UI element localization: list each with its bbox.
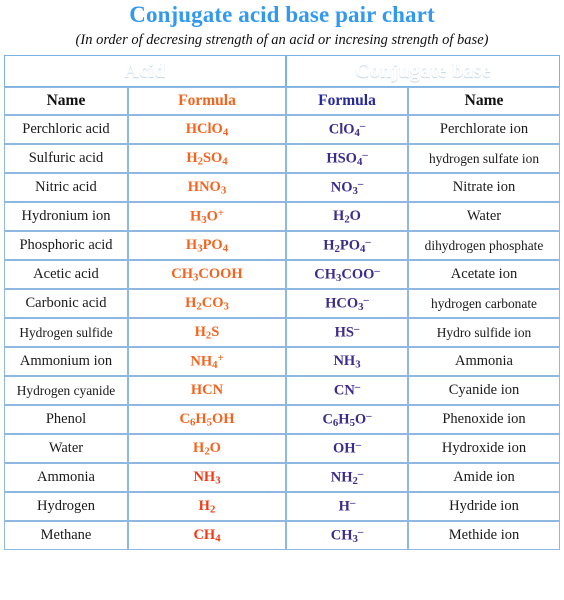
table-row: Carbonic acid H2CO3 HCO3– hydrogen carbonat… [3, 289, 560, 318]
cell-acid-formula: H3O+ [127, 202, 286, 231]
group-header-acid: Acid [3, 55, 286, 87]
cell-acid-formula: H2S [127, 318, 286, 347]
cell-base-name: Water [408, 202, 560, 231]
cell-base-formula: ClO4– [286, 115, 408, 144]
cell-base-name: Hydroxide ion [408, 434, 560, 463]
cell-acid-name: Hydrogen cyanide [3, 376, 128, 405]
cell-acid-name: Acetic acid [3, 260, 128, 289]
cell-acid-formula: H2O [127, 434, 286, 463]
table-row: Water H2O OH– Hydroxide ion [3, 434, 560, 463]
cell-base-name: Acetate ion [408, 260, 560, 289]
cell-acid-name: Hydrogen sulfide [3, 318, 128, 347]
cell-acid-formula: HNO3 [127, 173, 286, 202]
table-row: Sulfuric acid H2SO4 HSO4– hydrogen sulfate … [3, 144, 560, 173]
cell-acid-name: Water [3, 434, 128, 463]
cell-acid-name: Hydronium ion [3, 202, 128, 231]
cell-acid-formula: NH3 [127, 463, 286, 492]
cell-base-formula: H2O [286, 202, 408, 231]
cell-base-formula: NO3– [286, 173, 408, 202]
cell-base-formula: H– [286, 492, 408, 521]
cell-base-name: Amide ion [408, 463, 560, 492]
table-body: Perchloric acid HClO4 ClO4– Perchlorate ion… [3, 115, 560, 550]
table-row: Hydrogen sulfide H2S HS– Hydro sulfide ion [3, 318, 560, 347]
column-header-base-formula: Formula [286, 87, 408, 115]
table-row: Ammonia NH3 NH2– Amide ion [3, 463, 560, 492]
cell-acid-formula: NH4+ [127, 347, 286, 376]
table-row: Methane CH4 CH3– Methide ion [3, 521, 560, 550]
group-header-conjugate-base: Conjugate base [286, 55, 560, 87]
table-row: Hydronium ion H3O+ H2O Water [3, 202, 560, 231]
conjugate-acid-base-chart: Conjugate acid base pair chart (In order… [0, 0, 564, 600]
cell-base-formula: HCO3– [286, 289, 408, 318]
cell-base-name: Hydride ion [408, 492, 560, 521]
cell-acid-name: Carbonic acid [3, 289, 128, 318]
cell-acid-name: Ammonia [3, 463, 128, 492]
cell-base-name: Ammonia [408, 347, 560, 376]
cell-acid-formula: HClO4 [127, 115, 286, 144]
group-header-row: Acid Conjugate base [3, 55, 560, 87]
cell-base-name: Hydro sulfide ion [408, 318, 560, 347]
table-row: Acetic acid CH3COOH CH3COO– Acetate ion [3, 260, 560, 289]
cell-base-name: Perchlorate ion [408, 115, 560, 144]
cell-base-formula: OH– [286, 434, 408, 463]
cell-acid-name: Sulfuric acid [3, 144, 128, 173]
cell-base-name: Methide ion [408, 521, 560, 550]
page-subtitle: (In order of decresing strength of an ac… [75, 32, 489, 48]
cell-acid-name: Phenol [3, 405, 128, 434]
table-row: Hydrogen cyanide HCN CN– Cyanide ion [3, 376, 560, 405]
cell-base-formula: HS– [286, 318, 408, 347]
cell-base-name: Nitrate ion [408, 173, 560, 202]
cell-acid-name: Ammonium ion [3, 347, 128, 376]
table-row: Hydrogen H2 H– Hydride ion [3, 492, 560, 521]
cell-base-name: hydrogen carbonate [408, 289, 560, 318]
cell-base-name: Cyanide ion [408, 376, 560, 405]
cell-base-formula: H2PO4– [286, 231, 408, 260]
cell-acid-name: Nitric acid [3, 173, 128, 202]
cell-base-name: Phenoxide ion [408, 405, 560, 434]
cell-acid-name: Methane [3, 521, 128, 550]
table-row: Ammonium ion NH4+ NH3 Ammonia [3, 347, 560, 376]
column-header-row: Name Formula Formula Name [3, 87, 560, 115]
cell-acid-name: Perchloric acid [3, 115, 128, 144]
cell-acid-formula: H3PO4 [127, 231, 286, 260]
cell-base-formula: C6H5O– [286, 405, 408, 434]
cell-acid-formula: H2SO4 [127, 144, 286, 173]
cell-base-name: hydrogen sulfate ion [408, 144, 560, 173]
cell-acid-name: Phosphoric acid [3, 231, 128, 260]
column-header-acid-formula: Formula [127, 87, 286, 115]
column-header-base-name: Name [408, 87, 560, 115]
cell-base-formula: CH3– [286, 521, 408, 550]
cell-base-formula: CN– [286, 376, 408, 405]
cell-acid-formula: CH4 [127, 521, 286, 550]
acid-base-table: Acid Conjugate base Name Formula Formula… [3, 55, 560, 550]
table-row: Phosphoric acid H3PO4 H2PO4– dihydrogen pho… [3, 231, 560, 260]
cell-acid-formula: H2 [127, 492, 286, 521]
column-header-acid-name: Name [3, 87, 128, 115]
cell-acid-formula: CH3COOH [127, 260, 286, 289]
page-title: Conjugate acid base pair chart [129, 2, 435, 27]
cell-base-formula: HSO4– [286, 144, 408, 173]
table-row: Phenol C6H5OH C6H5O– Phenoxide ion [3, 405, 560, 434]
table-row: Nitric acid HNO3 NO3– Nitrate ion [3, 173, 560, 202]
cell-base-formula: CH3COO– [286, 260, 408, 289]
table-row: Perchloric acid HClO4 ClO4– Perchlorate ion [3, 115, 560, 144]
cell-base-formula: NH3 [286, 347, 408, 376]
cell-base-formula: NH2– [286, 463, 408, 492]
cell-acid-name: Hydrogen [3, 492, 128, 521]
cell-acid-formula: HCN [127, 376, 286, 405]
cell-acid-formula: H2CO3 [127, 289, 286, 318]
cell-base-name: dihydrogen phosphate [408, 231, 560, 260]
cell-acid-formula: C6H5OH [127, 405, 286, 434]
